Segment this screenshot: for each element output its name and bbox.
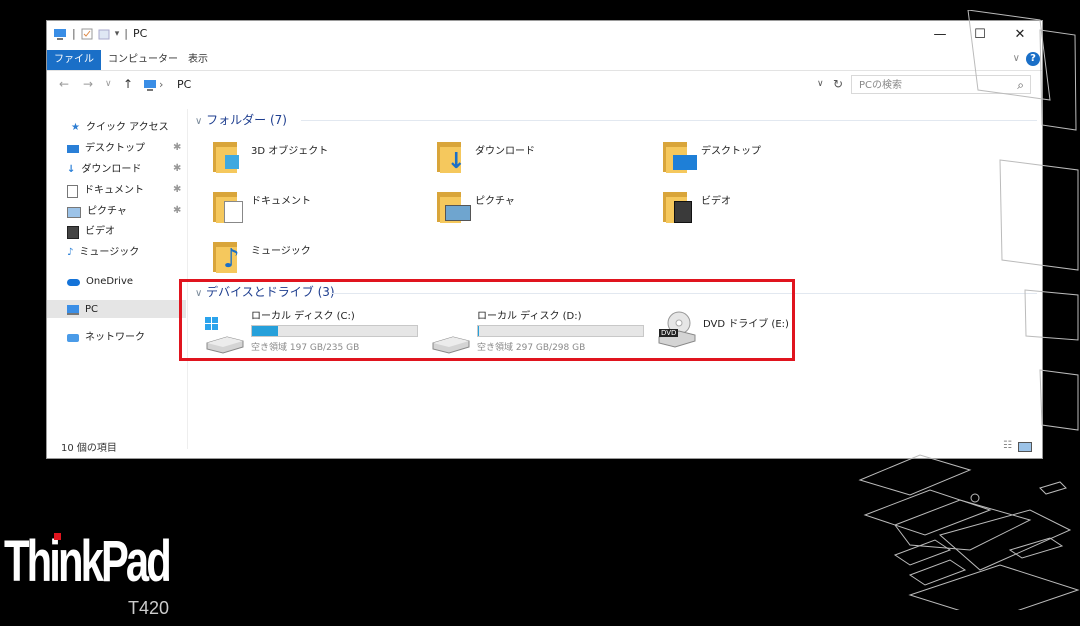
sidebar-item-label: クイック アクセス xyxy=(85,122,169,133)
window-title: PC xyxy=(132,27,148,40)
pin-icon[interactable]: ✱ xyxy=(173,142,181,153)
folder-item-videos[interactable]: ビデオ xyxy=(663,189,731,223)
pc-icon xyxy=(144,80,156,91)
pin-icon[interactable]: ✱ xyxy=(173,205,181,216)
laptop-parts-illustration xyxy=(858,10,1080,610)
highlight-box xyxy=(179,279,795,361)
folder-pictures-icon xyxy=(437,189,471,223)
sidebar-item-label: ミュージック xyxy=(79,247,140,258)
quick-access-toolbar: | ▾ | PC xyxy=(53,27,147,40)
pin-icon[interactable]: ✱ xyxy=(173,163,181,174)
sidebar-item-label: PC xyxy=(85,304,99,315)
sidebar-item-downloads[interactable]: ↓ ダウンロード xyxy=(67,161,141,179)
address-input[interactable]: PC xyxy=(177,76,817,94)
pc-icon[interactable] xyxy=(53,28,67,40)
sidebar-item-onedrive[interactable]: OneDrive xyxy=(67,273,133,291)
folder-item-documents[interactable]: ドキュメント xyxy=(213,189,311,223)
sidebar-item-network[interactable]: ネットワーク xyxy=(67,329,145,347)
new-folder-icon[interactable] xyxy=(98,28,110,40)
sidebar-item-music[interactable]: ♪ ミュージック xyxy=(67,244,139,262)
pc-icon xyxy=(67,305,79,315)
sidebar-item-label: ビデオ xyxy=(85,226,115,237)
folder-label: ビデオ xyxy=(701,196,731,207)
separator: | xyxy=(124,27,128,40)
network-icon xyxy=(67,334,79,342)
folder-label: ミュージック xyxy=(251,246,311,257)
pin-icon[interactable]: ✱ xyxy=(173,184,181,195)
recent-locations-icon[interactable]: ∨ xyxy=(105,79,112,89)
folder-3d-objects-icon xyxy=(213,139,245,173)
properties-icon[interactable] xyxy=(81,28,93,40)
star-icon: ★ xyxy=(71,122,80,133)
folder-item-downloads[interactable]: ↓ ダウンロード xyxy=(437,139,535,173)
sidebar-item-label: ネットワーク xyxy=(85,332,145,343)
sidebar-item-label: ピクチャ xyxy=(87,206,127,217)
music-note-icon: ♪ xyxy=(67,247,74,258)
up-button[interactable]: ↑ xyxy=(123,77,133,91)
sidebar-item-label: ダウンロード xyxy=(81,164,142,175)
folder-item-music[interactable]: ♪ ミュージック xyxy=(213,239,311,273)
refresh-button[interactable]: ↻ xyxy=(833,77,843,91)
sidebar-item-label: ドキュメント xyxy=(84,185,144,196)
folder-desktop-icon xyxy=(663,139,697,173)
folder-label: ダウンロード xyxy=(475,146,535,157)
forward-button[interactable]: → xyxy=(83,77,93,91)
sidebar-item-label: OneDrive xyxy=(86,276,134,287)
folder-item-pictures[interactable]: ピクチャ xyxy=(437,189,515,223)
film-icon xyxy=(67,225,79,239)
folder-downloads-icon: ↓ xyxy=(437,139,469,173)
folder-label: 3D オブジェクト xyxy=(251,146,329,157)
model-label: T420 xyxy=(128,598,170,618)
sidebar-item-pc[interactable]: PC xyxy=(67,301,98,319)
path-separator-icon: › xyxy=(159,78,164,91)
sidebar-item-desktop[interactable]: デスクトップ xyxy=(67,140,145,158)
separator: | xyxy=(72,27,76,40)
folder-label: デスクトップ xyxy=(701,146,761,157)
folder-documents-icon xyxy=(213,189,245,223)
sidebar-item-documents[interactable]: ドキュメント xyxy=(67,182,144,200)
desktop-icon xyxy=(67,145,79,153)
address-dropdown-icon[interactable]: ∨ xyxy=(817,79,824,89)
tab-view[interactable]: 表示 xyxy=(181,50,215,70)
cloud-icon xyxy=(67,278,80,286)
folder-label: ピクチャ xyxy=(475,196,515,207)
back-button[interactable]: ← xyxy=(59,77,69,91)
qat-dropdown-icon[interactable]: ▾ xyxy=(115,29,120,39)
folders-group-header[interactable]: ∨ フォルダー (7) xyxy=(195,111,287,128)
group-title: フォルダー (7) xyxy=(206,113,287,127)
folder-label: ドキュメント xyxy=(251,196,311,207)
brand-logo: ThinkPad xyxy=(4,529,172,594)
picture-icon xyxy=(67,206,81,218)
tab-computer[interactable]: コンピューター xyxy=(101,50,185,70)
logo-red-dot xyxy=(54,533,61,540)
sidebar-item-pictures[interactable]: ピクチャ xyxy=(67,203,127,221)
sidebar-item-label: デスクトップ xyxy=(85,143,145,154)
download-arrow-icon: ↓ xyxy=(67,164,76,175)
navigation-pane: ★ クイック アクセス デスクトップ ✱ ↓ ダウンロード ✱ ドキュメント ✱… xyxy=(47,109,188,449)
folder-item-3d-objects[interactable]: 3D オブジェクト xyxy=(213,139,328,173)
document-icon xyxy=(67,184,78,198)
folder-videos-icon xyxy=(663,189,695,223)
folder-item-desktop[interactable]: デスクトップ xyxy=(663,139,761,173)
chevron-down-icon: ∨ xyxy=(195,116,203,127)
folder-music-icon: ♪ xyxy=(213,239,245,273)
sidebar-item-videos[interactable]: ビデオ xyxy=(67,223,115,241)
tab-file[interactable]: ファイル xyxy=(47,50,101,70)
sidebar-item-quick-access[interactable]: ★ クイック アクセス xyxy=(71,119,169,137)
status-item-count: 10 個の項目 xyxy=(61,443,117,454)
